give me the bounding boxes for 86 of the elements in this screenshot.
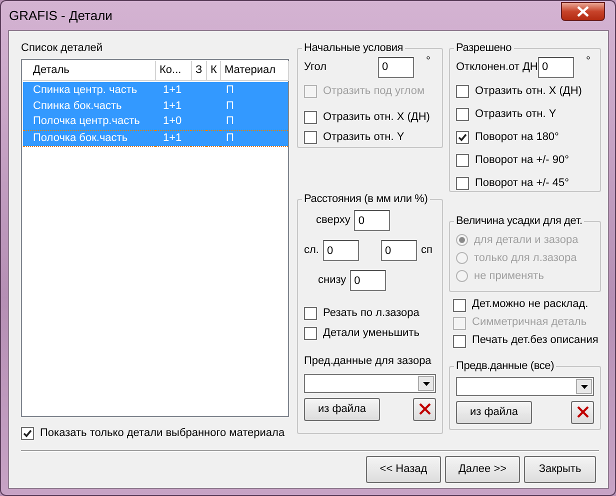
table-cell: 1+0: [163, 115, 182, 128]
dropdown-field[interactable]: [304, 374, 436, 394]
checkbox-label: Отразить отн. Y: [323, 130, 404, 144]
field-label: сл.: [304, 244, 319, 258]
caret-icon: [580, 384, 588, 389]
column-header[interactable]: Деталь: [23, 61, 155, 80]
field-label: сверху: [316, 214, 350, 228]
field-label: Угол: [304, 60, 328, 74]
column-header[interactable]: Ко...: [155, 61, 191, 80]
close-button[interactable]: [561, 2, 605, 21]
group-title: Расстояния (в мм или %): [303, 193, 429, 206]
delete-button[interactable]: [413, 398, 436, 422]
input-field[interactable]: 0: [354, 210, 390, 232]
checkbox-label: Отразить отн. X (ДН): [475, 84, 582, 98]
checkbox-label: Отразить отн. Y: [475, 108, 556, 121]
window-title: GRAFIS - Детали: [9, 8, 112, 24]
checkbox[interactable]: [456, 108, 469, 121]
dialog-button[interactable]: << Назад: [366, 456, 441, 484]
dropdown-field[interactable]: [456, 377, 594, 396]
checkbox-label: Симметричная деталь: [472, 316, 587, 330]
group-title: Разрешено: [455, 42, 513, 56]
checkbox[interactable]: [304, 130, 317, 144]
radio-label: для детали и зазора: [474, 234, 578, 247]
unit-label: °: [426, 55, 430, 68]
checkbox-label: Дет.можно не расклад.: [472, 298, 588, 312]
checkbox[interactable]: [456, 154, 469, 167]
checkbox-label: Отразить отн. X (ДН): [323, 110, 430, 124]
checkbox[interactable]: [21, 426, 34, 440]
radio-label: только для л.зазора: [474, 252, 577, 265]
input-field[interactable]: 0: [538, 56, 574, 78]
dropdown-button[interactable]: [576, 379, 592, 394]
checkbox[interactable]: [453, 334, 466, 348]
table-cell: 1+1: [163, 100, 182, 112]
table-cell: П: [226, 100, 234, 112]
group-title: Предв.данные (все): [455, 360, 556, 374]
checkbox[interactable]: [304, 110, 317, 124]
input-field[interactable]: 0: [350, 270, 386, 292]
checkbox-label: Показать только детали выбранного материала: [40, 426, 285, 440]
radio-label: не применять: [474, 270, 544, 283]
table-cell: П: [226, 132, 234, 144]
table-cell: Спинка бок.часть: [33, 100, 122, 112]
group-title: Величина усадки для дет.: [455, 215, 584, 228]
from-file-button[interactable]: из файла: [456, 401, 532, 424]
checkbox-label: Поворот на 180°: [475, 130, 559, 144]
column-header[interactable]: Материал: [220, 61, 288, 80]
delete-icon: [418, 403, 430, 416]
checkbox[interactable]: [304, 326, 317, 340]
table-cell: Полочка бок.часть: [33, 132, 128, 144]
checkbox-label: Поворот на +/- 45°: [475, 176, 570, 190]
unit-label: °: [586, 55, 590, 68]
checkbox-label: Детали уменьшить: [323, 326, 420, 340]
table-cell: Полочка центр.часть: [33, 115, 140, 128]
checkbox-label: Поворот на +/- 90°: [475, 154, 570, 167]
section-label: Пред.данные для зазора: [304, 355, 432, 368]
input-field[interactable]: 0: [322, 240, 359, 262]
field-label: сп: [420, 244, 432, 258]
group-title: Начальные условия: [303, 42, 404, 56]
checkbox[interactable]: [453, 298, 466, 312]
checkbox-label: Отразить под углом: [323, 84, 425, 98]
checkbox[interactable]: [304, 306, 317, 320]
field-label: Отклонен.от ДН: [456, 60, 538, 74]
checkbox[interactable]: [456, 176, 469, 190]
section-label: Список деталей: [21, 42, 103, 54]
checkbox-label: Резать по л.зазора: [323, 306, 420, 320]
dialog-button[interactable]: Закрыть: [524, 456, 596, 484]
table-cell: Спинка центр. часть: [33, 84, 138, 96]
parts-list[interactable]: Деталь Ко... З К Материал Спинка центр. часть 1+1 П Спинка бок.часть 1+1 П Полочка центр.часть 1+0 П Полочка бок.часть 1+1 П: [21, 59, 289, 418]
caret-icon: [422, 382, 430, 386]
table-cell: 1+1: [163, 132, 182, 144]
dropdown-button[interactable]: [418, 376, 434, 392]
field-label: снизу: [318, 274, 346, 288]
input-field[interactable]: 0: [378, 56, 414, 78]
close-icon: [577, 6, 589, 17]
delete-button[interactable]: [571, 401, 594, 424]
column-header[interactable]: К: [206, 61, 220, 80]
table-cell: 1+1: [163, 84, 182, 96]
delete-icon: [576, 406, 588, 418]
dialog-button[interactable]: Далее >>: [445, 456, 520, 484]
column-header[interactable]: З: [191, 61, 206, 80]
input-field[interactable]: 0: [380, 240, 417, 262]
table-cell: П: [226, 84, 234, 96]
from-file-button[interactable]: из файла: [304, 398, 380, 422]
checkbox-label: Печать дет.без описания: [472, 334, 598, 348]
table-cell: П: [226, 115, 234, 128]
checkbox[interactable]: [456, 130, 469, 144]
checkbox[interactable]: [456, 84, 469, 98]
